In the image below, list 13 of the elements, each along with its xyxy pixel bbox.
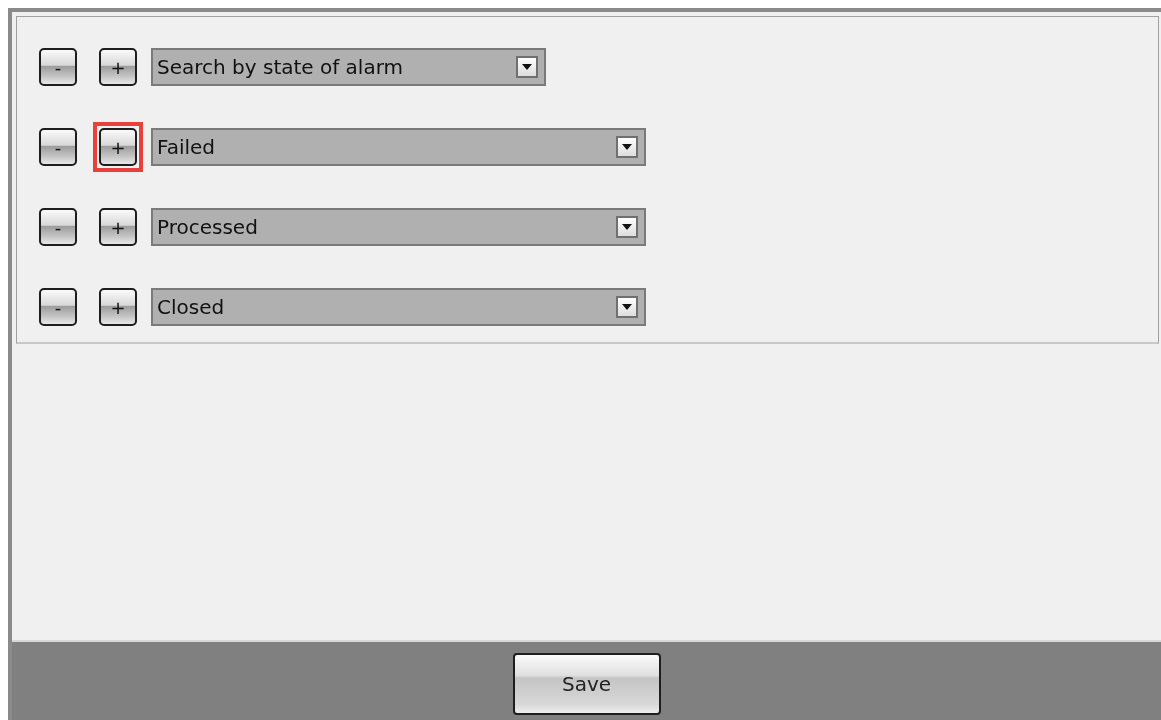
remove-button[interactable]: -: [39, 128, 77, 166]
save-button[interactable]: Save: [512, 653, 661, 715]
dropdown[interactable]: Search by state of alarm: [151, 48, 546, 86]
add-button[interactable]: +: [99, 48, 137, 86]
add-button[interactable]: +: [99, 208, 137, 246]
add-button[interactable]: +: [99, 288, 137, 326]
dropdown[interactable]: Closed: [151, 288, 646, 326]
remove-button[interactable]: -: [39, 48, 77, 86]
dropdown[interactable]: Failed: [151, 128, 646, 166]
add-button[interactable]: +: [93, 122, 143, 172]
dropdown[interactable]: Processed: [151, 208, 646, 246]
remove-button[interactable]: -: [39, 208, 77, 246]
remove-button[interactable]: -: [39, 288, 77, 326]
